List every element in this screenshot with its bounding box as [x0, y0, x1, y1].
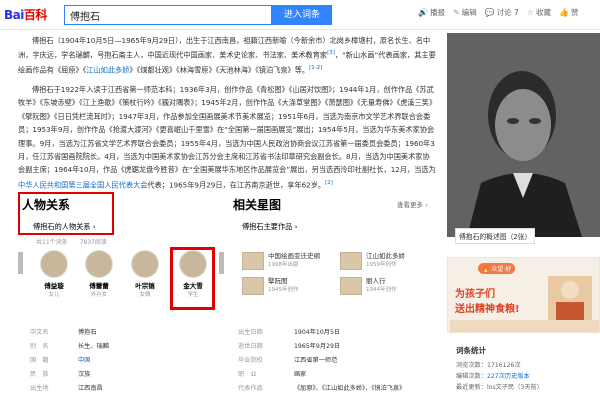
table-row: 别 名长生、瑞麟 逝世日期 1965年9月29日	[30, 343, 341, 350]
page: Bai百科 进入词条 🔊播报 ✎编辑 💬讨论 7 ☆收藏 👍赞 傅抱石（1904…	[0, 0, 600, 395]
entry-summary: 傅抱石（1904年10月5日—1965年9月29日），出生于江西南昌，祖籍江西新…	[18, 34, 436, 198]
scroll-right-button[interactable]	[219, 252, 224, 274]
view-more-link[interactable]: 查看更多 ›	[397, 199, 428, 209]
works-link[interactable]: 傅抱石主要作品 ›	[242, 222, 297, 232]
relations-link[interactable]: 傅抱石的人物关系 ›	[33, 222, 96, 232]
speaker-icon: 🔊	[418, 8, 428, 17]
enter-entry-button[interactable]: 进入词条	[272, 5, 332, 25]
work-thumbnail	[242, 277, 264, 295]
table-row: 中文名 傅抱石 出生日期 1904年10月5日	[30, 329, 341, 336]
person-card[interactable]: 傅益璇 女儿	[37, 250, 71, 298]
entry-stats: 浏览次数：1716126次 编辑次数：227次历史版本 最近更新：los文子民（…	[456, 360, 543, 393]
table-row: 国 籍中国 毕业院校 江西省第一师范	[30, 354, 440, 368]
work-item[interactable]: 江山如此多娇 1959年创作	[340, 252, 450, 270]
work-thumbnail	[340, 277, 362, 295]
pencil-icon: ✎	[452, 8, 460, 17]
person-highlight-box	[170, 247, 215, 310]
baidu-baike-logo[interactable]: Bai百科	[4, 6, 47, 23]
avatar	[40, 250, 68, 278]
work-thumbnail	[340, 252, 362, 270]
stat-row: 浏览次数：1716126次	[456, 362, 521, 369]
portrait-drawing	[447, 33, 600, 237]
basic-info-table: 中文名 傅抱石 出生日期 1904年10月5日 别 名长生、瑞麟 逝世日期 1965年…	[30, 326, 440, 395]
entry-stats-title: 词条统计	[456, 346, 486, 355]
stat-row: 编辑次数：227次历史版本	[456, 373, 530, 380]
relations-meta: 共11个词条 7837阅读	[36, 239, 107, 246]
star-icon: ☆	[526, 8, 534, 17]
avatar	[131, 250, 159, 278]
discuss-button[interactable]: 💬 讨论 7	[485, 7, 519, 18]
portrait-caption[interactable]: 傅抱石的概述图（2张）	[455, 228, 536, 244]
work-item[interactable]: 丽人行 1944年创作	[340, 277, 450, 295]
paragraph-intro: 傅抱石（1904年10月5日—1965年9月29日），出生于江西南昌，祖籍江西新…	[18, 36, 436, 75]
work-item[interactable]: 中国绘画变迁史纲 1998年出版	[242, 252, 352, 270]
person-card[interactable]: 叶宗镐 女婿	[128, 250, 162, 298]
thumbs-up-icon: 👍	[558, 8, 569, 17]
link-npc[interactable]: 中华人民共和国第三届全国人民代表大会	[18, 180, 147, 189]
top-header: Bai百科 进入词条 🔊播报 ✎编辑 💬讨论 7 ☆收藏 👍赞	[0, 0, 600, 30]
relations-title: 人物关系	[22, 198, 71, 212]
entry-actions: 🔊 播报 ✎ 编辑 💬 讨论 7 ☆ 收藏 👍 赞	[418, 7, 578, 18]
scroll-left-button[interactable]	[18, 252, 23, 274]
nationality-link[interactable]: 中国	[78, 354, 238, 368]
ad-headline: 为孩子们	[455, 289, 495, 300]
portrait-image[interactable]	[447, 33, 600, 237]
citation-link[interactable]: [3]	[327, 50, 335, 56]
citation-link[interactable]: [2]	[325, 180, 333, 186]
broadcast-button[interactable]: 🔊 播报	[418, 7, 445, 18]
like-button[interactable]: 👍 赞	[559, 7, 578, 18]
ad-brand-badge: 🔥 众望·好	[478, 263, 516, 274]
history-link[interactable]: 227次历史版本	[487, 373, 530, 380]
citation-link[interactable]: [1-2]	[309, 65, 322, 71]
edit-button[interactable]: ✎ 编辑	[453, 7, 477, 18]
table-row: 出生地 江西南昌 代表作品 《屈原》、《江山如此多娇》、《镜泊飞泉》	[30, 385, 406, 392]
paragraph-career: 傅抱石于1922年入读于江西省第一师范本科；1936年3月，创作作品《青松图》《…	[18, 85, 436, 190]
person-card[interactable]: 傅蕾蕾 外孙女	[82, 250, 116, 298]
link-jiangshan[interactable]: 江山如此多娇	[86, 66, 129, 75]
favorite-button[interactable]: ☆ 收藏	[527, 7, 551, 18]
table-row: 民 族汉族 职 业画家	[30, 371, 307, 378]
ad-headline-2: 送出精神食粮!	[455, 304, 520, 315]
search-input[interactable]	[64, 5, 272, 25]
work-item[interactable]: 擘阮图 1945年创作	[242, 277, 352, 295]
star-map-title: 相关星图	[233, 198, 282, 212]
chat-icon: 💬	[484, 8, 495, 17]
avatar	[85, 250, 113, 278]
stat-row: 最近更新：los文子民（3天前）	[456, 384, 543, 391]
work-thumbnail	[242, 252, 264, 270]
